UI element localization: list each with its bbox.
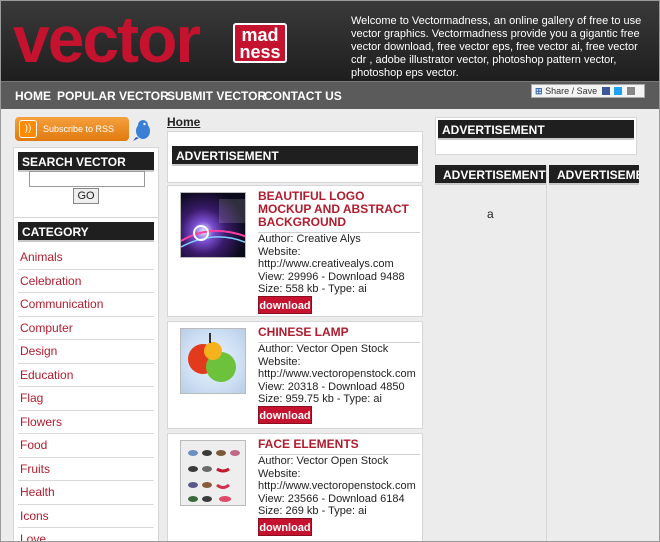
advertisement-column-2: ADVERTISEMENT xyxy=(549,165,639,541)
advertisement-title: ADVERTISEMENT xyxy=(172,146,418,166)
category-link-communication[interactable]: Communication xyxy=(20,297,103,311)
site-header: vector mad ness Welcome to Vectormadness… xyxy=(1,1,659,81)
vector-title-link[interactable]: CHINESE LAMP xyxy=(258,326,420,339)
breadcrumb-home[interactable]: Home xyxy=(167,115,200,129)
nav-contact-us[interactable]: CONTACT US xyxy=(264,89,342,103)
category-link-flag[interactable]: Flag xyxy=(20,391,43,405)
category-item: Computer xyxy=(18,317,154,340)
welcome-text: Welcome to Vectormadness, an online gall… xyxy=(351,15,642,79)
category-item: Health xyxy=(18,481,154,505)
right-advertisement-box: ADVERTISEMENT xyxy=(435,117,637,155)
vector-thumbnail[interactable] xyxy=(180,328,246,394)
search-input[interactable] xyxy=(29,171,145,187)
vector-meta: Author: Vector Open Stock Website: http:… xyxy=(258,454,420,518)
category-link-celebration[interactable]: Celebration xyxy=(20,274,81,288)
category-item: Education xyxy=(18,364,154,387)
vector-website-link[interactable]: http://www.vectoropenstock.com xyxy=(258,480,420,493)
right-advertisement-title: ADVERTISEMENT xyxy=(438,120,634,140)
share-label: Share / Save xyxy=(545,86,598,96)
nav-popular-vector[interactable]: POPULAR VECTOR xyxy=(57,89,169,103)
rss-icon: )) xyxy=(19,120,37,138)
advertisement-placeholder-text: a xyxy=(487,207,494,221)
browser-page: vector mad ness Welcome to Vectormadness… xyxy=(0,0,660,542)
category-item: Animals xyxy=(18,246,154,270)
vector-thumbnail[interactable] xyxy=(180,440,246,506)
logo-text: vector xyxy=(13,2,201,76)
facebook-icon[interactable] xyxy=(601,87,610,95)
category-link-computer[interactable]: Computer xyxy=(20,321,73,335)
category-item: Food xyxy=(18,434,154,458)
category-item: Design xyxy=(18,340,154,364)
category-item: Icons xyxy=(18,505,154,528)
category-link-icons[interactable]: Icons xyxy=(20,509,49,523)
nav-submit-vector[interactable]: SUBMIT VECTOR xyxy=(167,89,266,103)
rss-label: Subscribe to RSS xyxy=(43,124,115,134)
category-title: CATEGORY xyxy=(18,222,154,242)
download-button[interactable]: download xyxy=(258,406,312,424)
vector-meta: Author: Vector Open Stock Website: http:… xyxy=(258,342,420,406)
search-title: SEARCH VECTOR xyxy=(18,152,154,172)
logo-badge: mad ness xyxy=(233,23,287,63)
vector-title-link[interactable]: FACE ELEMENTS xyxy=(258,438,420,451)
category-box: CATEGORY Animals Celebration Communicati… xyxy=(13,217,159,541)
advertisement-column-1-title: ADVERTISEMENT xyxy=(435,165,546,185)
advertisement-column-1: ADVERTISEMENT a xyxy=(435,165,547,541)
category-link-education[interactable]: Education xyxy=(20,368,73,382)
advertisement-box: ADVERTISEMENT xyxy=(167,131,423,183)
twitter-bird-icon[interactable] xyxy=(133,119,153,141)
vector-thumbnail[interactable] xyxy=(180,192,246,258)
category-link-love[interactable]: Love xyxy=(20,532,46,541)
vector-item-card: CHINESE LAMP Author: Vector Open Stock W… xyxy=(167,321,423,429)
vector-title-link[interactable]: BEAUTIFUL LOGO MOCKUP AND ABSTRACT BACKG… xyxy=(258,190,420,229)
share-save-button[interactable]: ⊞ Share / Save xyxy=(531,84,645,98)
nav-home[interactable]: HOME xyxy=(15,89,51,103)
category-item: Flag xyxy=(18,387,154,411)
category-link-flowers[interactable]: Flowers xyxy=(20,415,62,429)
category-list: Animals Celebration Communication Comput… xyxy=(18,246,154,541)
category-link-animals[interactable]: Animals xyxy=(20,250,63,264)
go-button[interactable]: GO xyxy=(73,188,99,204)
category-link-design[interactable]: Design xyxy=(20,344,57,358)
category-link-fruits[interactable]: Fruits xyxy=(20,462,50,476)
category-item: Flowers xyxy=(18,411,154,434)
rss-subscribe-button[interactable]: )) Subscribe to RSS xyxy=(15,117,129,141)
more-icon[interactable] xyxy=(626,87,635,95)
download-button[interactable]: download xyxy=(258,296,312,314)
vector-meta: Author: Creative Alys Website: http://ww… xyxy=(258,232,420,296)
twitter-icon[interactable] xyxy=(614,87,623,95)
vector-item-card: FACE ELEMENTS Author: Vector Open Stock … xyxy=(167,433,423,541)
category-item: Fruits xyxy=(18,458,154,481)
vector-item-card: BEAUTIFUL LOGO MOCKUP AND ABSTRACT BACKG… xyxy=(167,185,423,317)
vector-website-link[interactable]: http://www.vectoropenstock.com xyxy=(258,368,420,381)
category-link-food[interactable]: Food xyxy=(20,438,47,452)
site-logo[interactable]: vector mad ness xyxy=(13,2,343,76)
category-item: Celebration xyxy=(18,270,154,293)
share-plus-icon: ⊞ xyxy=(535,86,543,96)
category-item: Love xyxy=(18,528,154,541)
category-link-health[interactable]: Health xyxy=(20,485,55,499)
category-item: Communication xyxy=(18,293,154,317)
download-button[interactable]: download xyxy=(258,518,312,536)
advertisement-column-2-title: ADVERTISEMENT xyxy=(549,165,639,185)
vector-website-link[interactable]: http://www.creativealys.com xyxy=(258,258,420,271)
